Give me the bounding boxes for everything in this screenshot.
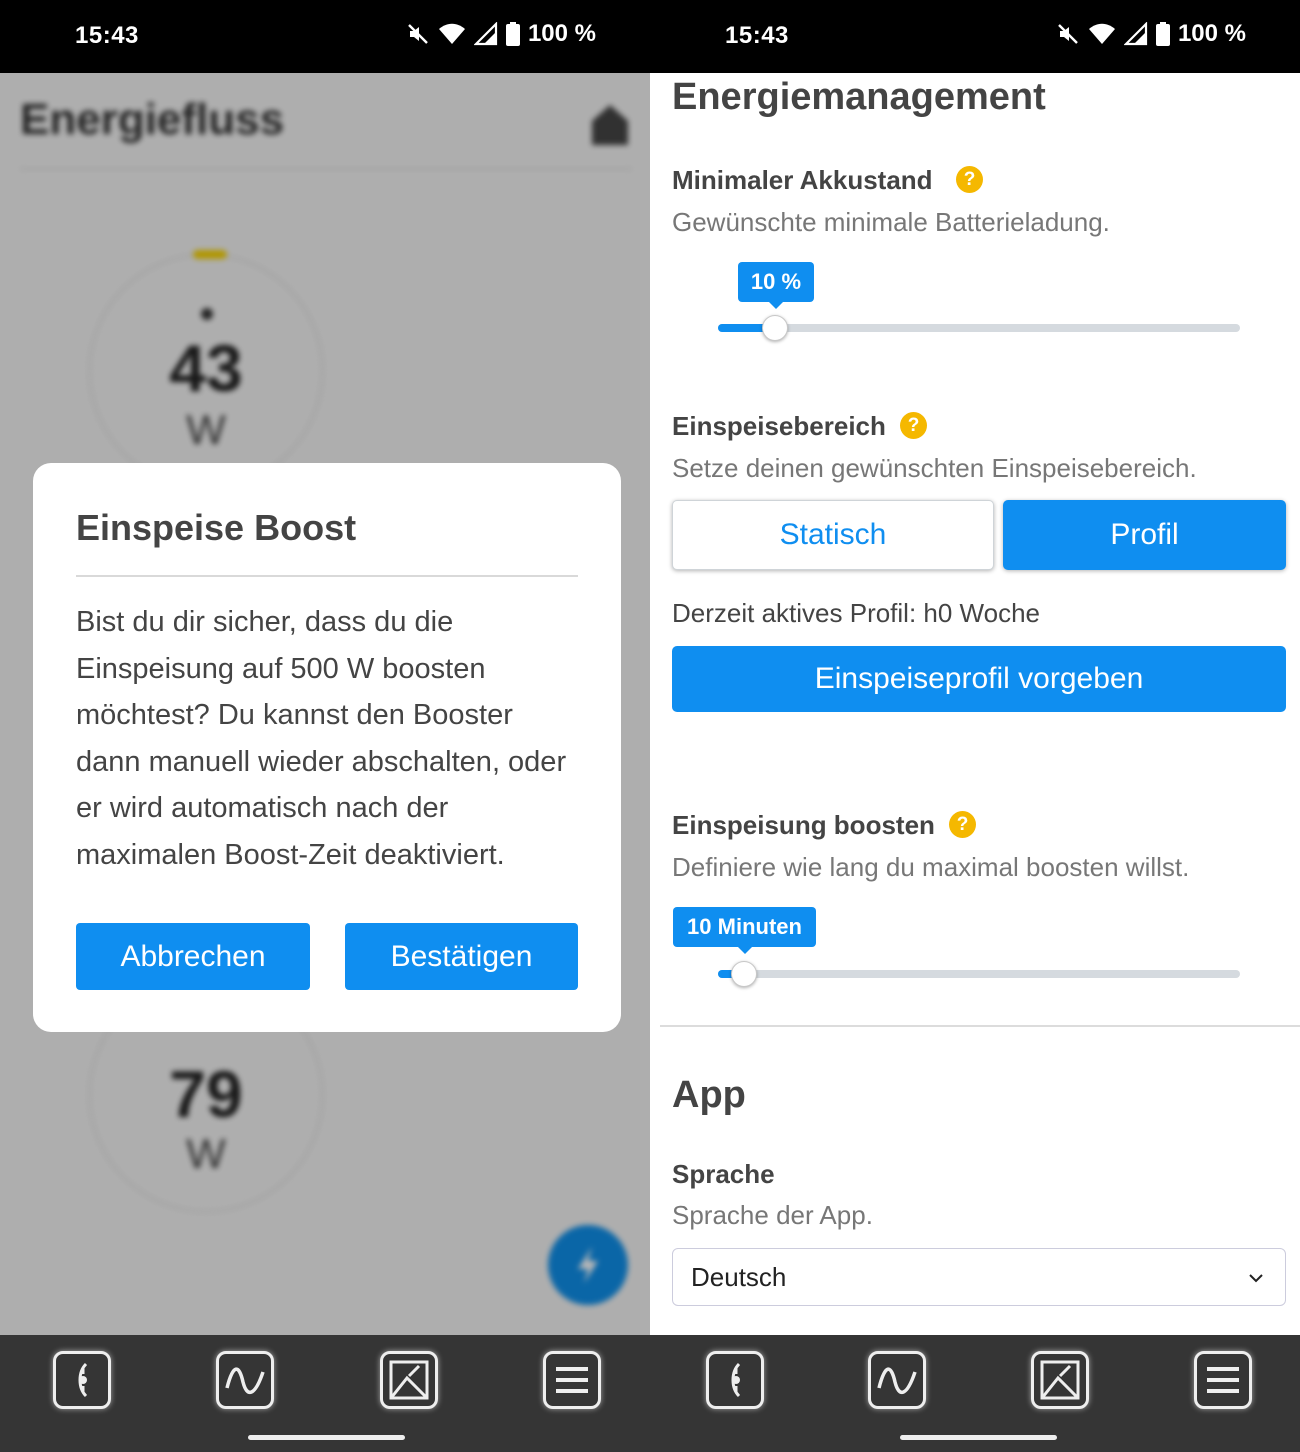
home-indicator[interactable] <box>248 1435 405 1440</box>
left-screen: 15:43 100 % Energiefluss 43 W 79 W Einsp… <box>0 0 650 1452</box>
min-battery-slider[interactable] <box>718 315 1240 341</box>
slider-thumb[interactable] <box>762 315 789 341</box>
option-profile-button[interactable]: Profil <box>1003 500 1286 570</box>
option-static-button[interactable]: Statisch <box>672 500 994 570</box>
help-icon[interactable]: ? <box>949 811 976 838</box>
language-description: Sprache der App. <box>672 1200 873 1230</box>
boost-value-tooltip: 10 Minuten <box>673 907 816 954</box>
set-feed-profile-button[interactable]: Einspeiseprofil vorgeben <box>672 646 1286 712</box>
language-select[interactable]: Deutsch <box>672 1248 1286 1306</box>
language-value: Deutsch <box>691 1261 787 1292</box>
battery-icon <box>1155 22 1170 46</box>
right-screen: 15:43 100 % Energiemanagement Minimaler … <box>650 0 1300 1452</box>
active-profile-text: Derzeit aktives Profil: h0 Woche <box>672 598 1040 628</box>
app-section-title: App <box>672 1074 746 1116</box>
nav-energy-flow-icon[interactable] <box>706 1351 764 1409</box>
boost-duration-slider[interactable] <box>718 961 1240 987</box>
min-battery-label: Minimaler Akkustand <box>672 165 933 195</box>
nav-statistics-icon[interactable] <box>1031 1351 1089 1409</box>
help-icon[interactable]: ? <box>956 166 983 193</box>
min-battery-description: Gewünschte minimale Batterieladung. <box>672 207 1110 237</box>
status-icons: 100 % <box>406 20 596 48</box>
status-time: 15:43 <box>725 22 789 49</box>
feed-range-description: Setze deinen gewünschten Einspeisebereic… <box>672 453 1197 483</box>
dialog-divider <box>76 575 578 577</box>
boost-description: Definiere wie lang du maximal boosten wi… <box>672 852 1190 882</box>
wifi-icon <box>1088 23 1115 44</box>
bottom-nav <box>0 1335 650 1452</box>
signal-icon <box>473 22 498 46</box>
help-icon[interactable]: ? <box>900 412 927 439</box>
chevron-down-icon <box>1249 1274 1263 1283</box>
battery-percent: 100 % <box>1177 20 1246 47</box>
nav-statistics-icon[interactable] <box>380 1351 438 1409</box>
status-icons: 100 % <box>1056 20 1246 48</box>
section-title: Energiemanagement <box>672 76 1046 118</box>
mute-icon <box>408 24 428 44</box>
status-bar: 15:43 100 % <box>0 0 650 73</box>
nav-menu-icon[interactable] <box>1194 1351 1252 1409</box>
language-label: Sprache <box>672 1159 775 1189</box>
dialog-message: Bist du dir sicher, dass du die Einspeis… <box>76 606 567 871</box>
boost-label: Einspeisung boosten <box>672 810 935 840</box>
status-bar: 15:43 100 % <box>650 0 1300 73</box>
signal-icon <box>1123 22 1148 46</box>
cancel-button[interactable]: Abbrechen <box>76 923 310 990</box>
home-indicator[interactable] <box>900 1435 1057 1440</box>
status-time: 15:43 <box>75 22 139 49</box>
bottom-nav <box>650 1335 1300 1452</box>
section-divider <box>660 1025 1300 1027</box>
feed-range-label: Einspeisebereich <box>672 411 886 441</box>
mute-icon <box>1058 24 1078 44</box>
boost-dialog: Einspeise Boost Bist du dir sicher, dass… <box>33 463 621 1032</box>
confirm-button[interactable]: Bestätigen <box>345 923 578 990</box>
slider-thumb[interactable] <box>731 961 758 987</box>
nav-chart-icon[interactable] <box>216 1351 274 1409</box>
battery-icon <box>505 22 520 46</box>
nav-chart-icon[interactable] <box>868 1351 926 1409</box>
battery-percent: 100 % <box>527 20 596 47</box>
nav-energy-flow-icon[interactable] <box>53 1351 111 1409</box>
dialog-title: Einspeise Boost <box>76 507 357 548</box>
min-battery-value-tooltip: 10 % <box>738 262 814 309</box>
wifi-icon <box>438 23 465 44</box>
nav-menu-icon[interactable] <box>543 1351 601 1409</box>
